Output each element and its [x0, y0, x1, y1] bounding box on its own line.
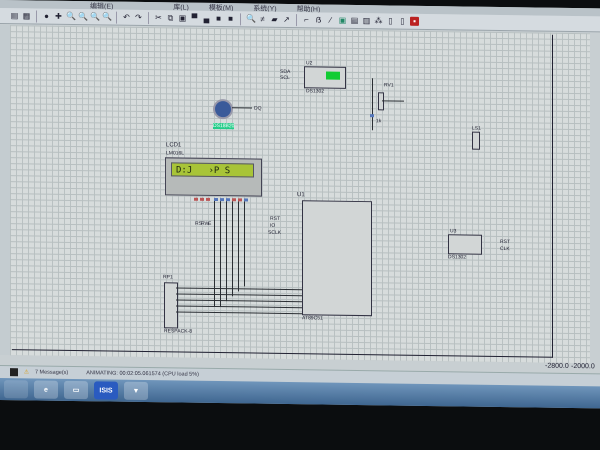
mcu-part: AT89C51: [302, 315, 323, 322]
net-label: E: [208, 220, 212, 227]
net-label: IO: [270, 222, 276, 229]
mcu-chip[interactable]: [302, 200, 372, 317]
block-copy-icon[interactable]: ▀: [190, 14, 199, 23]
pan-icon[interactable]: ✚: [54, 12, 63, 21]
search-tag-icon[interactable]: ẞ: [314, 15, 323, 24]
erc-icon[interactable]: ▯: [386, 16, 395, 25]
u3-part: DS1302: [448, 254, 467, 261]
net-label: RST: [500, 238, 510, 246]
decompose-icon[interactable]: ↗: [282, 15, 291, 24]
speaker-ref: LS1: [472, 125, 481, 132]
cut-icon[interactable]: ✂: [154, 13, 163, 22]
net-label: SCL: [280, 74, 290, 82]
u2-part: DS1302: [306, 88, 325, 95]
bom-icon[interactable]: ▥: [362, 16, 371, 25]
stop-button[interactable]: [10, 368, 18, 377]
block-rotate-icon[interactable]: ■: [214, 14, 223, 23]
redo-icon[interactable]: ↷: [134, 13, 143, 22]
grid-icon[interactable]: ▦: [22, 11, 31, 20]
wire-autorouter-icon[interactable]: ⌐: [302, 15, 311, 24]
net-label: CLK: [500, 245, 510, 253]
new-sheet-2-icon[interactable]: ▣: [338, 16, 347, 25]
lcd-display[interactable]: D:J ›P S: [165, 157, 262, 197]
make-device-icon[interactable]: ≠: [258, 15, 267, 24]
ares-red-icon[interactable]: ▪: [410, 16, 419, 26]
zoom-out-icon[interactable]: 🔍: [78, 12, 88, 21]
messages-count[interactable]: 7 Message(s): [35, 369, 68, 375]
zoom-area-icon[interactable]: 🔍: [102, 12, 112, 21]
undo-icon[interactable]: ↶: [122, 13, 131, 22]
block-delete-icon[interactable]: ■: [226, 14, 235, 23]
temperature-sensor[interactable]: [213, 98, 233, 120]
sensor-part: DS18B20: [213, 122, 235, 130]
warning-icon: ⚠: [24, 369, 29, 376]
u2-ref: U2: [306, 60, 313, 67]
packaging-icon[interactable]: ▰: [270, 15, 279, 24]
respack-ref: RP1: [163, 274, 173, 281]
rv1-value: 1k: [376, 118, 382, 125]
coord-x: -2800.0: [545, 362, 569, 370]
origin-icon[interactable]: ●: [42, 12, 51, 21]
copy-icon[interactable]: ⧉: [166, 13, 175, 22]
u2-display: [326, 71, 340, 80]
remove-sheet-icon[interactable]: ▤: [350, 16, 359, 25]
coord-y: -2000.0: [571, 362, 595, 371]
animation-status: ANIMATING: 00:02:05.061574 (CPU load 5%): [86, 370, 199, 378]
net-label: RST: [270, 215, 280, 222]
ie-icon[interactable]: e: [34, 380, 58, 399]
net-label: DQ: [254, 105, 262, 112]
lcd-part: LM016L: [166, 150, 185, 157]
pick-device-icon[interactable]: 🔍: [246, 14, 256, 23]
property-assign-icon[interactable]: ⁄: [326, 16, 335, 25]
zoom-in-icon[interactable]: 🔍: [66, 12, 76, 21]
net-label: SCLK: [268, 229, 282, 236]
paste-icon[interactable]: ▣: [178, 13, 187, 22]
netlist-icon[interactable]: ⁂: [374, 16, 383, 25]
lcd-screen-text: D:J ›P S: [171, 162, 254, 178]
lcd-ref: LCD1: [166, 142, 182, 149]
isis-taskbar-button[interactable]: ISIS: [94, 381, 118, 400]
respack-part: RESPACK-8: [164, 328, 192, 335]
block-move-icon[interactable]: ▄: [202, 14, 211, 23]
explorer-icon[interactable]: ▭: [64, 380, 88, 400]
u3-chip[interactable]: [448, 234, 482, 255]
proteus-isis-window: 编辑(E) 库(L) 模板(M) 系统(Y) 帮助(H) ▤ ▦ ● ✚ 🔍 🔍…: [0, 0, 600, 409]
speaker[interactable]: [472, 131, 480, 150]
ares-icon[interactable]: ▯: [398, 17, 407, 26]
mcu-ref: U1: [297, 192, 305, 199]
zoom-all-icon[interactable]: 🔍: [90, 12, 100, 21]
new-sheet-icon[interactable]: ▤: [10, 11, 19, 20]
rv1-ref: RV1: [384, 82, 394, 89]
start-button[interactable]: [4, 380, 28, 399]
proteus-icon[interactable]: ▼: [124, 381, 148, 401]
